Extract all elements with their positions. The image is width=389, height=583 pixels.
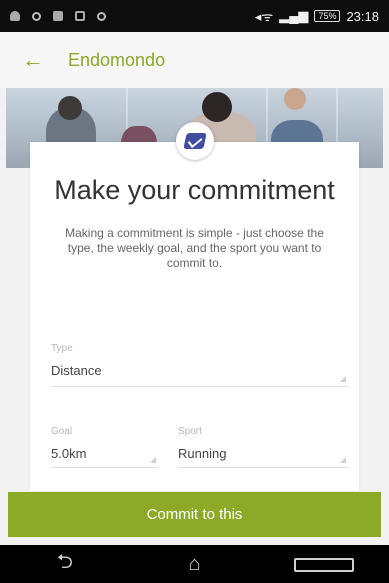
notification-icons (10, 11, 106, 21)
nav-back-icon[interactable]: ⮌ (35, 547, 95, 581)
goal-label: Goal (51, 426, 73, 437)
clock: 23:18 (346, 8, 379, 24)
sync-icon (32, 11, 41, 21)
sport-label: Sport (178, 426, 202, 437)
commit-button[interactable]: Commit to this (8, 492, 381, 537)
notification-icon (10, 11, 20, 21)
nav-recent-icon[interactable] (294, 553, 355, 576)
app-bar: ← Endomondo (0, 32, 389, 88)
system-indicators: ◂ᯤ ▂▄▆ 75% 23:18 (255, 7, 379, 25)
commitment-badge-icon (176, 122, 214, 160)
app-title: Endomondo (68, 49, 166, 70)
wifi-icon: ◂ᯤ (254, 9, 274, 24)
mail-icon (75, 11, 85, 21)
sport-value: Running (178, 446, 227, 461)
goal-value: 5.0km (51, 446, 87, 461)
back-arrow-icon[interactable]: ← (22, 47, 48, 73)
status-bar: ◂ᯤ ▂▄▆ 75% 23:18 (0, 0, 389, 32)
battery-icon: 75% (314, 10, 341, 22)
type-value: Distance (51, 363, 102, 378)
goal-select[interactable]: Goal 5.0km (51, 426, 158, 468)
signal-icon: ▂▄▆ (279, 8, 309, 23)
description-text: Making a commitment is simple - just cho… (65, 226, 324, 270)
commitment-card: Make your commitment Making a commitment… (30, 142, 359, 491)
message-icon (53, 11, 63, 21)
dropdown-caret-icon (150, 457, 156, 463)
type-select[interactable]: Type Distance (51, 343, 348, 387)
camera-icon (97, 11, 106, 21)
navigation-bar: ⮌ ⌂ (0, 545, 389, 583)
sport-select[interactable]: Sport Running (178, 426, 348, 468)
type-label: Type (51, 343, 73, 354)
dropdown-caret-icon (340, 376, 346, 382)
page-title: Make your commitment (54, 175, 335, 205)
nav-home-icon[interactable]: ⌂ (164, 553, 224, 576)
dropdown-caret-icon (340, 457, 346, 463)
